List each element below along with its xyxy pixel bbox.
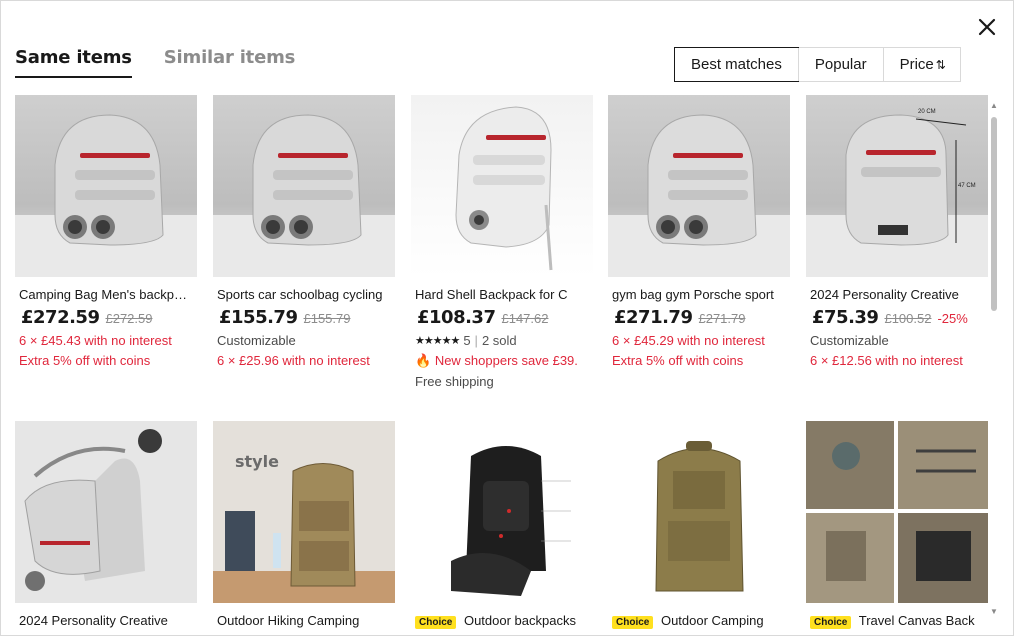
price-row: £155.79 £155.79 [213,307,395,328]
choice-badge: Choice [612,616,654,629]
original-price: £271.79 [698,311,746,326]
customizable-text: Customizable [810,333,889,348]
sort-price-button[interactable]: Price ⇅ [882,48,960,81]
product-title[interactable]: Camping Bag Men's backpack [15,287,197,302]
similar-items-dialog: Same items Similar items Best matches Po… [0,0,1014,636]
product-card[interactable]: Choice Outdoor backpacks [411,421,593,629]
installment-text: 6 × £45.43 with no interest [19,333,172,348]
product-price: £155.79 [219,307,298,328]
flame-icon: 🔥 [415,353,432,368]
original-price: £272.59 [105,311,153,326]
product-title[interactable]: Hard Shell Backpack for C [411,287,593,302]
rating-row: ★★★★★ 5 | 2 sold [411,333,593,348]
close-button[interactable] [975,15,999,39]
product-image: style [213,421,395,603]
product-image [608,95,790,277]
choice-badge: Choice [415,616,457,629]
installment-text: 6 × £25.96 with no interest [217,353,370,368]
width-dimension-label: 20 CM [918,109,936,115]
product-title[interactable]: Sports car schoolbag cycling [213,287,395,302]
product-title-row[interactable]: Choice Travel Canvas Back [806,613,988,629]
product-card[interactable]: Choice Outdoor Camping [608,421,790,629]
tab-similar-items[interactable]: Similar items [164,47,296,78]
price-row: £272.59 £272.59 [15,307,197,328]
coins-offer-text: Extra 5% off with coins [19,353,151,368]
product-image [213,95,395,277]
product-title: Outdoor backpacks [463,613,576,628]
product-price: £272.59 [21,307,100,328]
scrollbar-thumb[interactable] [991,117,997,311]
tab-same-items[interactable]: Same items [15,47,132,78]
product-image [608,421,790,603]
new-shopper-text: New shoppers save £39. [434,353,578,368]
product-title: Outdoor Camping [660,613,764,628]
product-title-row[interactable]: Choice Outdoor Camping [608,613,790,629]
installment-text: 6 × £45.29 with no interest [612,333,765,348]
customizable-text: Customizable [217,333,296,348]
product-card[interactable]: 20 CM 47 CM 2024 Personality Creative £7… [806,95,988,368]
product-card[interactable]: gym bag gym Porsche sport £271.79 £271.7… [608,95,790,368]
sort-best-matches-button[interactable]: Best matches [674,47,799,82]
height-dimension-label: 47 CM [958,183,976,189]
product-title[interactable]: Outdoor Hiking Camping [213,613,395,628]
product-card[interactable]: Hard Shell Backpack for C £108.37 £147.6… [411,95,593,389]
product-card[interactable]: Choice Travel Canvas Back [806,421,988,629]
original-price: £147.62 [501,311,549,326]
product-card[interactable]: style Outdoor Hiking Camping [213,421,395,628]
product-title[interactable]: 2024 Personality Creative [15,613,197,628]
image-style-text: style [235,452,279,471]
product-image [411,421,593,603]
close-icon [978,18,996,36]
scrollbar[interactable]: ▲ ▼ [990,101,998,617]
choice-badge: Choice [810,616,852,629]
product-image [806,421,988,603]
sort-options: Best matches Popular Price ⇅ [674,47,961,82]
product-image [15,95,197,277]
scroll-up-arrow-icon[interactable]: ▲ [990,101,998,111]
product-title-row[interactable]: Choice Outdoor backpacks [411,613,593,629]
product-price: £271.79 [614,307,693,328]
product-image [15,421,197,603]
price-row: £108.37 £147.62 [411,307,593,328]
coins-offer-text: Extra 5% off with coins [612,353,744,368]
product-price: £108.37 [417,307,496,328]
sort-arrows-icon: ⇅ [935,57,946,72]
sort-popular-button[interactable]: Popular [797,48,883,81]
product-price: £75.39 [812,307,879,328]
free-shipping-text: Free shipping [415,374,494,389]
product-card[interactable]: Sports car schoolbag cycling £155.79 £15… [213,95,395,368]
divider: | [474,333,478,348]
original-price: £100.52 [884,311,932,326]
rating-value: 5 [463,333,471,348]
installment-text: 6 × £12.56 with no interest [810,353,963,368]
discount-badge: -25% [937,311,968,326]
product-card[interactable]: 2024 Personality Creative [15,421,197,628]
original-price: £155.79 [303,311,351,326]
product-title: Travel Canvas Back [858,613,975,628]
sold-count: 2 sold [481,333,517,348]
scroll-down-arrow-icon[interactable]: ▼ [990,607,998,617]
sort-price-label: Price [899,56,934,73]
product-image: 20 CM 47 CM [806,95,988,277]
product-card[interactable]: Camping Bag Men's backpack £272.59 £272.… [15,95,197,368]
star-rating-icon: ★★★★★ [415,335,460,347]
price-row: £271.79 £271.79 [608,307,790,328]
tab-bar: Same items Similar items [15,47,295,78]
product-title[interactable]: 2024 Personality Creative [806,287,988,302]
product-image [411,95,593,277]
product-title[interactable]: gym bag gym Porsche sport [608,287,790,302]
new-shopper-offer: 🔥 New shoppers save £39. [411,353,593,369]
price-row: £75.39 £100.52 -25% [806,307,988,328]
